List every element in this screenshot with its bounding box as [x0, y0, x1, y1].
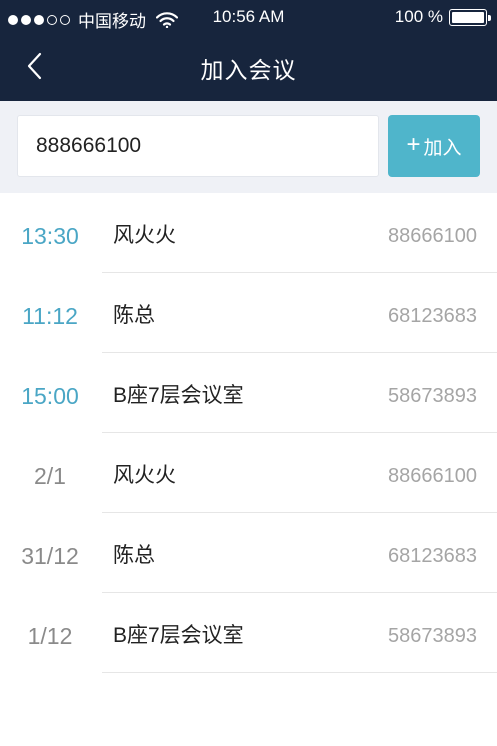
meeting-time: 2/1 — [34, 463, 66, 489]
list-item[interactable]: 11:12 陈总 68123683 — [0, 273, 497, 353]
list-item[interactable]: 15:00 B座7层会议室 58673893 — [0, 353, 497, 433]
meeting-time: 11:12 — [22, 303, 78, 329]
meeting-time: 15:00 — [21, 383, 79, 409]
list-item[interactable]: 1/12 B座7层会议室 58673893 — [0, 593, 497, 673]
meeting-number-input[interactable] — [17, 115, 379, 177]
meeting-name: 风火火 — [113, 224, 176, 247]
meeting-name: B座7层会议室 — [113, 624, 244, 647]
nav-bar: 加入会议 — [0, 34, 497, 101]
meeting-number: 58673893 — [388, 625, 477, 647]
meeting-time: 31/12 — [21, 543, 79, 569]
meeting-name: B座7层会议室 — [113, 384, 244, 407]
list-item[interactable]: 31/12 陈总 68123683 — [0, 513, 497, 593]
list-item[interactable]: 2/1 风火火 88666100 — [0, 433, 497, 513]
meeting-number: 58673893 — [388, 385, 477, 407]
status-right: 100 % — [394, 7, 491, 27]
meeting-name: 陈总 — [113, 544, 155, 567]
battery-percent: 100 % — [394, 7, 443, 26]
join-label: 加入 — [423, 137, 462, 159]
meeting-number: 88666100 — [388, 225, 477, 247]
meeting-name: 风火火 — [113, 464, 176, 487]
join-button[interactable]: + 加入 — [388, 115, 480, 177]
meeting-number: 88666100 — [388, 465, 477, 487]
meeting-number: 68123683 — [388, 305, 477, 327]
list-item[interactable]: 13:30 风火火 88666100 — [0, 193, 497, 273]
plus-icon: + — [406, 131, 421, 158]
meeting-time: 1/12 — [27, 623, 73, 649]
meeting-time: 13:30 — [21, 223, 79, 249]
search-area: + 加入 — [0, 101, 497, 193]
divider — [102, 672, 497, 673]
meeting-name: 陈总 — [113, 304, 155, 327]
status-bar: 中国移动 10:56 AM 100 % — [0, 0, 497, 34]
meeting-list: 13:30 风火火 88666100 11:12 陈总 68123683 15:… — [0, 193, 497, 673]
battery-icon — [449, 8, 491, 26]
header: 中国移动 10:56 AM 100 % 加入会议 — [0, 0, 497, 101]
page-title: 加入会议 — [200, 57, 297, 83]
meeting-number: 68123683 — [388, 545, 477, 567]
